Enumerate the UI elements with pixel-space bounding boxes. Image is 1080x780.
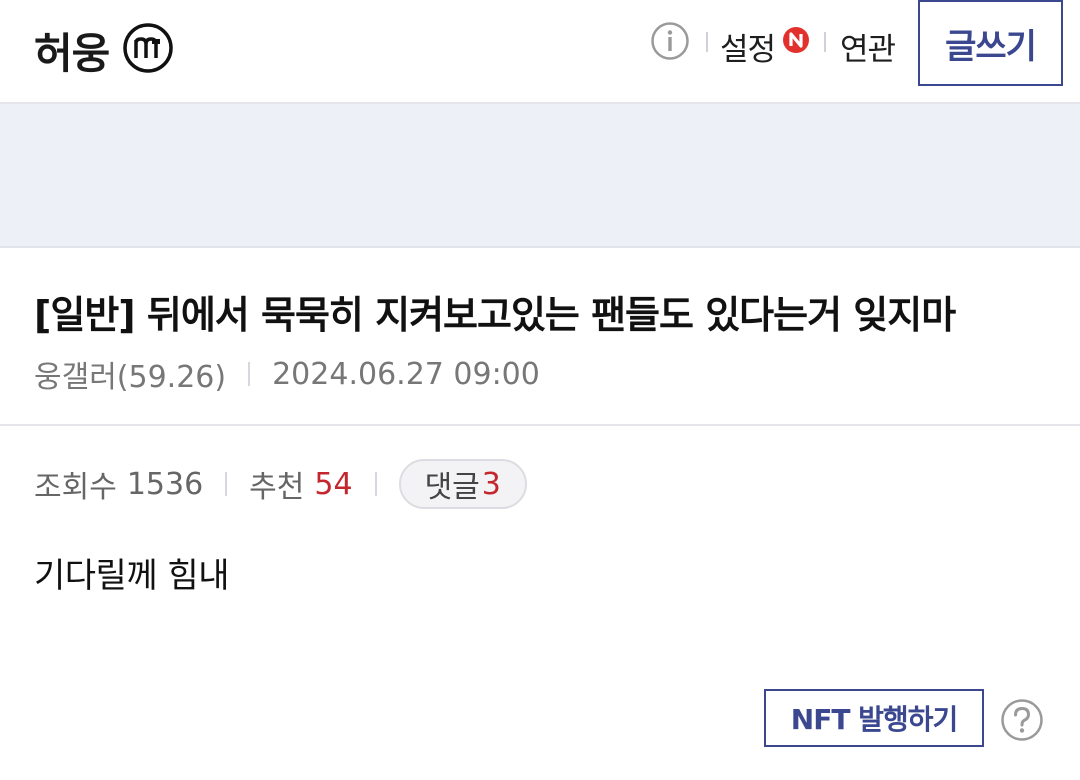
- recommend-label: 추천: [249, 470, 305, 505]
- header-separator: [706, 32, 708, 52]
- post-body: 기다릴께 힘내: [34, 556, 230, 596]
- comments-label: 댓글: [424, 470, 480, 505]
- settings-link[interactable]: 설정: [720, 24, 776, 69]
- nft-issue-button[interactable]: NFT 발행하기: [764, 689, 984, 747]
- post-title: [일반] 뒤에서 묵묵히 지켜보고있는 팬들도 있다는거 잊지마: [34, 293, 956, 337]
- comments-count: 3: [481, 466, 501, 502]
- post-stats: 조회수 1536 추천 54 댓글 3: [34, 458, 527, 510]
- views-count: 1536: [126, 466, 204, 502]
- minor-gallery-icon: [123, 23, 173, 73]
- section-divider: [0, 424, 1080, 426]
- meta-separator: [248, 362, 251, 386]
- info-icon[interactable]: [650, 21, 690, 61]
- related-link[interactable]: 연관: [840, 24, 896, 69]
- comments-button[interactable]: 댓글 3: [398, 459, 527, 509]
- views-label: 조회수: [34, 470, 117, 505]
- top-header: 허웅 설정 연관 글쓰기: [0, 0, 1080, 104]
- author-name[interactable]: 웅갤러(59.26): [34, 352, 226, 396]
- stats-separator: [374, 472, 377, 496]
- stats-separator: [225, 472, 228, 496]
- new-badge-icon: [783, 27, 809, 53]
- recommend-count: 54: [314, 466, 353, 502]
- gallery-title[interactable]: 허웅: [34, 20, 110, 81]
- post-datetime: 2024.06.27 09:00: [272, 356, 540, 392]
- question-icon[interactable]: [1000, 698, 1044, 742]
- header-separator: [824, 32, 826, 52]
- post-meta: 웅갤러(59.26) 2024.06.27 09:00: [34, 352, 540, 396]
- ad-banner-area: [0, 104, 1080, 248]
- write-button[interactable]: 글쓰기: [918, 0, 1063, 86]
